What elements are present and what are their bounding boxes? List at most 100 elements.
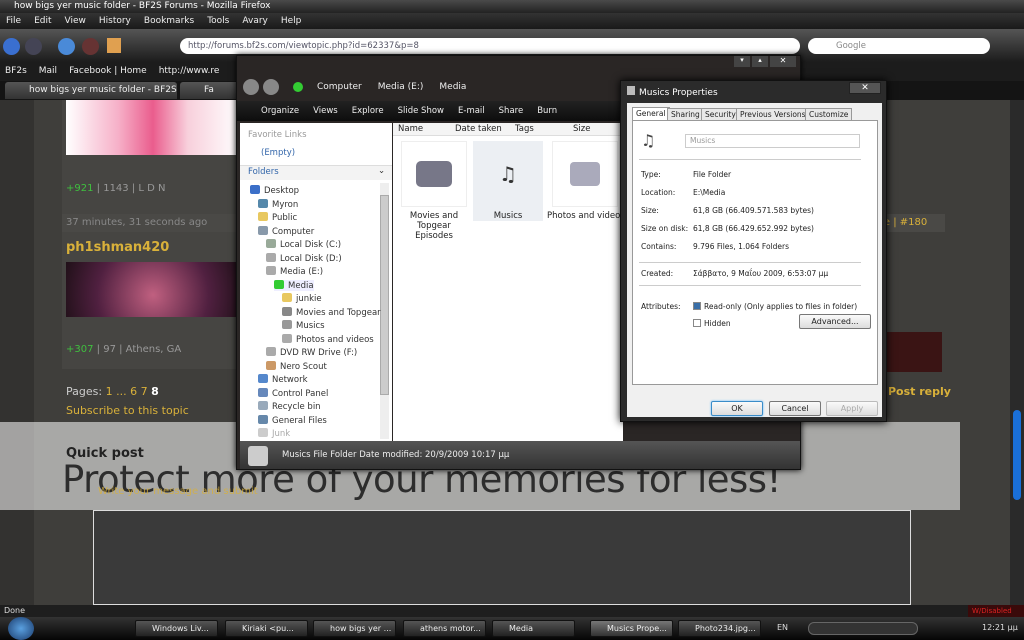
taskbar-button-label: Photo234.jpg... <box>695 624 756 633</box>
tree-item[interactable]: Public <box>258 212 297 223</box>
search-input[interactable]: Google <box>808 38 990 54</box>
subscribe-link[interactable]: Subscribe to this topic <box>66 404 189 417</box>
tree-item[interactable]: Local Disk (C:) <box>266 239 341 250</box>
taskbar-button[interactable]: Musics Prope... <box>590 620 673 637</box>
taskbar-button[interactable]: how bigs yer ... <box>313 620 396 637</box>
organize-button[interactable]: Organize <box>261 101 299 121</box>
taskbar-button[interactable]: athens motor... <box>403 620 486 637</box>
readonly-checkbox[interactable]: Read-only (Only applies to files in fold… <box>693 302 857 311</box>
menu-avary[interactable]: Avary <box>242 13 268 29</box>
bookmark-url[interactable]: http://www.re <box>159 62 220 81</box>
menu-help[interactable]: Help <box>281 13 302 29</box>
page-link-6[interactable]: 6 <box>130 385 137 398</box>
tree-item[interactable]: Computer <box>258 225 314 237</box>
tree-item[interactable]: Photos and videos <box>282 333 374 345</box>
minimize-icon[interactable]: ▾ <box>734 56 750 67</box>
tree-item[interactable]: Musics <box>282 320 325 331</box>
menu-file[interactable]: File <box>6 13 21 29</box>
column-name[interactable]: Name <box>398 123 423 136</box>
email-button[interactable]: E-mail <box>458 101 485 121</box>
tree-item[interactable]: junkie <box>282 293 322 304</box>
menu-tools[interactable]: Tools <box>207 13 229 29</box>
taskbar-button[interactable]: Photo234.jpg... <box>678 620 761 637</box>
post-number-link[interactable]: te | #180 <box>880 217 927 228</box>
tree-scrollbar[interactable] <box>380 183 389 439</box>
tree-item[interactable]: Network <box>258 374 308 385</box>
tree-item[interactable]: Movies and Topgear <box>282 306 381 318</box>
tree-item[interactable]: Control Panel <box>258 387 328 399</box>
column-size[interactable]: Size <box>573 123 590 136</box>
tab-forum[interactable]: how bigs yer music folder - BF2S F... <box>5 82 177 112</box>
forward-icon[interactable] <box>263 79 279 95</box>
advanced-button[interactable]: Advanced... <box>799 314 871 329</box>
maximize-icon[interactable]: ▴ <box>752 56 768 67</box>
column-tags[interactable]: Tags <box>515 123 534 136</box>
addon-status-badge[interactable]: W/Disabled <box>968 605 1024 617</box>
menu-history[interactable]: History <box>99 13 131 29</box>
menu-bookmarks[interactable]: Bookmarks <box>144 13 194 29</box>
bookmark-facebook[interactable]: Facebook | Home <box>69 62 147 81</box>
tree-item[interactable]: Myron <box>258 198 298 210</box>
tree-item[interactable]: Media (E:) <box>266 266 323 277</box>
tree-item[interactable]: Media <box>274 279 314 291</box>
views-button[interactable]: Views <box>313 101 338 121</box>
scrollbar-thumb[interactable] <box>1013 410 1021 500</box>
start-button[interactable] <box>8 617 34 640</box>
post-reply-link[interactable]: Post reply <box>888 385 951 398</box>
apply-button[interactable]: Apply <box>826 401 878 416</box>
tab-general[interactable]: General <box>632 107 670 121</box>
folders-heading[interactable]: Folders <box>248 167 279 177</box>
breadcrumb-media-drive[interactable]: Media (E:) <box>378 82 424 92</box>
bookmark-bf2s[interactable]: BF2s <box>5 62 27 81</box>
hidden-checkbox[interactable]: Hidden <box>693 319 731 328</box>
forward-icon[interactable] <box>25 38 42 55</box>
post-author[interactable]: ph1shman420 <box>66 240 169 255</box>
media-player-controls[interactable] <box>808 622 918 635</box>
tree-item[interactable]: Local Disk (D:) <box>266 252 342 264</box>
tree-item[interactable]: Junk <box>258 428 290 439</box>
tree-item[interactable]: Desktop <box>250 185 299 196</box>
stop-icon[interactable] <box>82 38 99 55</box>
back-icon[interactable] <box>243 79 259 95</box>
back-icon[interactable] <box>3 38 20 55</box>
tree-item[interactable]: General Files <box>258 414 327 426</box>
taskbar-button[interactable]: Kiriaki <pu... <box>225 620 308 637</box>
page-link-7[interactable]: 7 <box>141 385 148 398</box>
breadcrumb-computer[interactable]: Computer <box>317 82 362 92</box>
explore-button[interactable]: Explore <box>352 101 384 121</box>
slideshow-button[interactable]: Slide Show <box>398 101 444 121</box>
cancel-button[interactable]: Cancel <box>769 401 821 416</box>
folder-name-input[interactable]: Musics <box>685 134 860 148</box>
menu-view[interactable]: View <box>65 13 86 29</box>
checkbox-checked-icon[interactable] <box>693 302 701 310</box>
reload-icon[interactable] <box>58 38 75 55</box>
bookmark-mail[interactable]: Mail <box>39 62 57 81</box>
column-date-taken[interactable]: Date taken <box>455 123 502 136</box>
share-button[interactable]: Share <box>499 101 524 121</box>
folder-item-musics[interactable]: ♫ Musics <box>473 141 543 221</box>
page-link-1[interactable]: 1 <box>106 385 113 398</box>
tab-label: Fa <box>204 85 214 95</box>
language-indicator[interactable]: EN <box>777 623 788 632</box>
tree-item[interactable]: Recycle bin <box>258 401 321 412</box>
ok-button[interactable]: OK <box>711 401 763 416</box>
tree-item-label: Local Disk (C:) <box>280 240 342 250</box>
tab-facebook[interactable]: Fa <box>180 82 240 99</box>
breadcrumb-media[interactable]: Media <box>439 82 466 92</box>
folder-item-movies[interactable]: Movies and Topgear Episodes <box>399 141 469 241</box>
folder-item-photos[interactable]: Photos and videos <box>547 141 625 221</box>
chevron-down-icon[interactable]: ⌄ <box>378 166 385 176</box>
taskbar-button[interactable]: Windows Liv... <box>135 620 218 637</box>
tree-item[interactable]: DVD RW Drive (F:) <box>266 347 357 358</box>
taskbar-button[interactable]: Media <box>492 620 575 637</box>
checkbox-unchecked-icon[interactable] <box>693 319 701 327</box>
quick-post-textarea[interactable] <box>93 510 911 605</box>
close-icon[interactable]: ✕ <box>770 56 796 67</box>
burn-button[interactable]: Burn <box>537 101 557 121</box>
close-icon[interactable]: ✕ <box>849 82 881 94</box>
tree-item[interactable]: Nero Scout <box>266 360 327 372</box>
home-icon[interactable] <box>107 38 121 53</box>
menu-edit[interactable]: Edit <box>34 13 51 29</box>
url-input[interactable]: http://forums.bf2s.com/viewtopic.php?id=… <box>180 38 800 54</box>
page-scrollbar[interactable] <box>1010 100 1024 605</box>
